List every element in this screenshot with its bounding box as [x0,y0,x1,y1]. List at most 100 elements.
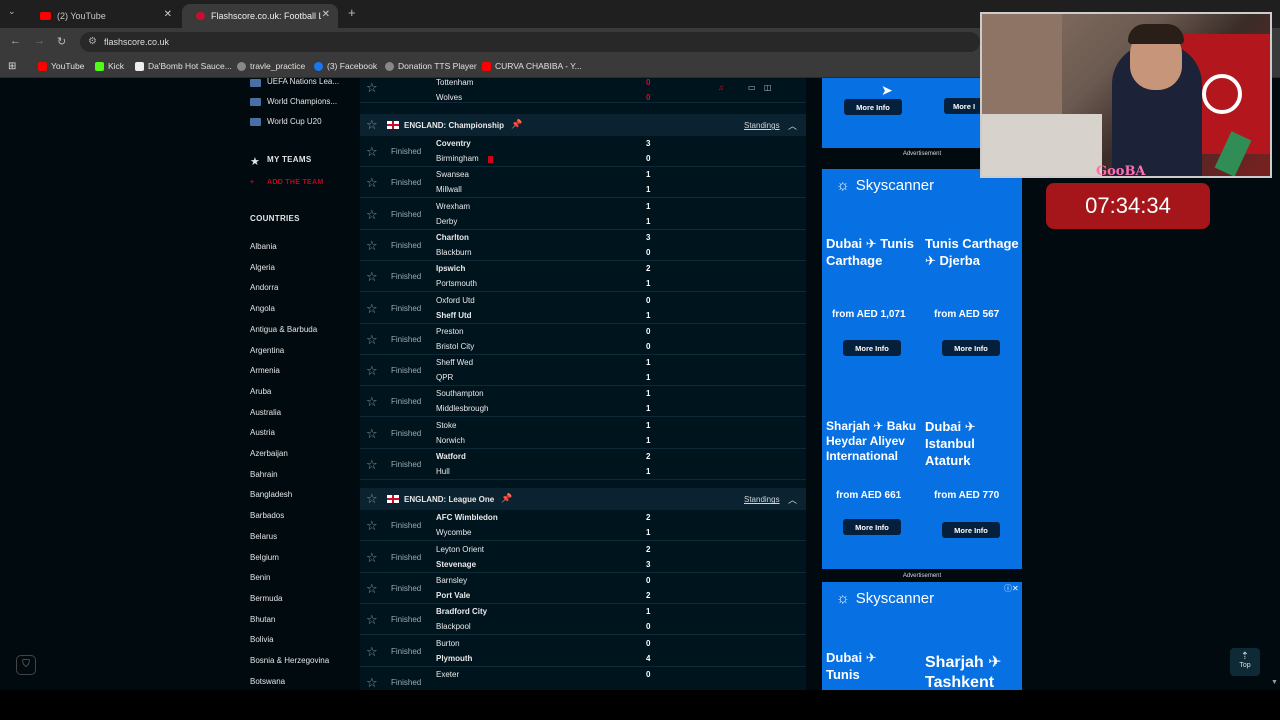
favorite-star-icon[interactable]: ☆ [366,675,378,690]
match-row[interactable]: ☆ Finished Oxford Utd Sheff Utd 0 1 [360,293,806,324]
favorite-star-icon[interactable]: ☆ [366,207,378,223]
back-to-top-button[interactable]: ⇡ Top [1230,648,1260,676]
match-row[interactable]: ☆ Tottenham Wolves 0 0 ♫ ▭ ◫ [360,78,806,103]
country-link[interactable]: Barbados [250,511,284,520]
country-link[interactable]: Bermuda [250,594,282,603]
close-tab-icon[interactable]: ✕ [322,9,330,20]
favorite-star-icon[interactable]: ☆ [366,457,378,473]
country-link[interactable]: Benin [250,573,270,582]
address-bar[interactable]: ⚙ flashscore.co.uk [80,32,980,52]
bookmark-curva[interactable]: CURVA CHABIBA - Y... [482,61,582,71]
bookmark-youtube[interactable]: YouTube [38,61,84,71]
country-link[interactable]: Belarus [250,532,277,541]
reload-icon[interactable]: ↻ [57,35,66,48]
shirt-icon[interactable]: ◫ [764,83,772,92]
country-link[interactable]: Botswana [250,677,285,686]
match-row[interactable]: ☆ Finished Coventry Birmingham 3 0 [360,136,806,167]
tab-search-icon[interactable]: ⌄ [8,6,16,17]
favorite-star-icon[interactable]: ☆ [366,426,378,442]
favorite-star-icon[interactable]: ☆ [366,80,378,96]
forward-icon[interactable]: → [34,35,45,47]
ad-skyscanner-1[interactable]: ☼ Skyscanner Dubai ✈ Tunis Carthage from … [822,169,1022,569]
favorite-star-icon[interactable]: ☆ [366,612,378,628]
standings-link[interactable]: Standings [744,495,780,504]
match-row[interactable]: ☆ Finished Charlton Blackburn 3 0 [360,230,806,261]
ad-skyscanner-2[interactable]: ☼ Skyscanner ⓘ✕ Dubai ✈ Tunis Sharjah ✈ T… [822,582,1022,690]
match-row[interactable]: ☆ Finished Wrexham Derby 1 1 [360,199,806,230]
back-icon[interactable]: ← [10,35,21,47]
scroll-down-arrow[interactable]: ▼ [1271,679,1278,686]
match-row[interactable]: ☆ Finished Sheff Wed QPR 1 1 [360,355,806,387]
more-info-button[interactable]: More Info [844,99,902,115]
country-link[interactable]: Bhutan [250,615,275,624]
more-info-button[interactable]: More Info [843,519,901,535]
tv-icon[interactable]: ▭ [748,83,756,92]
tab-flashscore[interactable]: Flashscore.co.uk: Football Live S ✕ [182,4,338,28]
country-link[interactable]: Aruba [250,387,271,396]
pin-icon[interactable]: 📌 [511,119,522,130]
privacy-shield-icon[interactable]: ⛉ [16,655,36,675]
country-link[interactable]: Armenia [250,366,280,375]
match-row[interactable]: ☆ Finished Leyton Orient Stevenage 2 3 [360,542,806,573]
favorite-star-icon[interactable]: ☆ [366,518,378,534]
more-info-button[interactable]: More Info [942,340,1000,356]
favorite-star-icon[interactable]: ☆ [366,550,378,566]
match-row[interactable]: ☆ Finished Barnsley Port Vale 0 2 [360,573,806,604]
country-link[interactable]: Angola [250,304,275,313]
sidebar-competition[interactable]: World Cup U20 [267,117,322,126]
country-link[interactable]: Algeria [250,263,275,272]
bookmark-travle[interactable]: travle_practice [237,61,305,71]
match-row[interactable]: ☆ Finished Swansea Millwall 1 1 [360,167,806,199]
new-tab-button[interactable]: + [348,5,356,20]
match-row[interactable]: ☆ Finished Southampton Middlesbrough 1 1 [360,386,806,418]
favorite-star-icon[interactable]: ☆ [366,238,378,254]
country-link[interactable]: Andorra [250,283,278,292]
favorite-star-icon[interactable]: ☆ [366,269,378,285]
audio-icon[interactable]: ♫ [718,83,724,92]
league-header[interactable]: ☆ ENGLAND: League One 📌 Standings ︿ [360,488,806,511]
site-info-icon[interactable]: ⚙ [88,36,97,47]
country-link[interactable]: Albania [250,242,277,251]
favorite-star-icon[interactable]: ☆ [366,117,378,133]
bookmark-facebook[interactable]: (3) Facebook [314,61,377,71]
add-team-link[interactable]: ADD THE TEAM [267,179,324,186]
chevron-up-icon[interactable]: ︿ [788,493,797,506]
country-link[interactable]: Argentina [250,346,284,355]
match-row[interactable]: ☆ Finished Ipswich Portsmouth 2 1 [360,261,806,293]
close-tab-icon[interactable]: ✕ [164,9,172,20]
favorite-star-icon[interactable]: ☆ [366,394,378,410]
country-link[interactable]: Australia [250,408,281,417]
standings-link[interactable]: Standings [744,121,780,130]
favorite-star-icon[interactable]: ☆ [366,363,378,379]
favorite-star-icon[interactable]: ☆ [366,175,378,191]
country-link[interactable]: Bolivia [250,635,274,644]
pin-icon[interactable]: 📌 [501,493,512,504]
bookmark-dabomb[interactable]: Da'Bomb Hot Sauce... [135,61,232,71]
country-link[interactable]: Belgium [250,553,279,562]
country-link[interactable]: Bahrain [250,470,278,479]
match-row[interactable]: ☆ Finished AFC Wimbledon Wycombe 2 1 [360,510,806,542]
favorite-star-icon[interactable]: ☆ [366,644,378,660]
bookmark-kick[interactable]: Kick [95,61,124,71]
ad-close-icon[interactable]: ⓘ✕ [1004,583,1019,594]
sidebar-competition[interactable]: World Champions... [267,97,337,106]
favorite-star-icon[interactable]: ☆ [366,581,378,597]
match-row[interactable]: ☆ Finished Exeter 0 [360,667,806,690]
country-link[interactable]: Austria [250,428,275,437]
country-link[interactable]: Azerbaijan [250,449,288,458]
country-link[interactable]: Bosnia & Herzegovina [250,656,329,665]
match-row[interactable]: ☆ Finished Stoke Norwich 1 1 [360,418,806,449]
apps-grid-icon[interactable]: ⊞ [8,61,16,72]
favorite-star-icon[interactable]: ☆ [366,332,378,348]
more-info-button[interactable]: More Info [942,522,1000,538]
league-header[interactable]: ☆ ENGLAND: Championship 📌 Standings ︿ [360,114,806,136]
chevron-up-icon[interactable]: ︿ [788,119,797,132]
more-info-button[interactable]: More I [944,98,984,114]
more-info-button[interactable]: More Info [843,340,901,356]
league-name[interactable]: ENGLAND: League One [404,495,494,504]
league-name[interactable]: ENGLAND: Championship [404,121,504,130]
favorite-star-icon[interactable]: ☆ [366,491,378,507]
favorite-star-icon[interactable]: ☆ [366,144,378,160]
country-link[interactable]: Bangladesh [250,490,292,499]
match-row[interactable]: ☆ Finished Bradford City Blackpool 1 0 [360,604,806,636]
